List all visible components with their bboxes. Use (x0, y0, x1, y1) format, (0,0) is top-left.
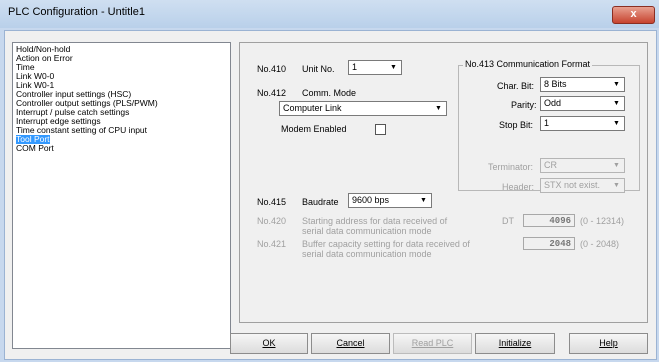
header-label: Header: (502, 182, 535, 192)
list-item[interactable]: COM Port (16, 144, 54, 153)
baudrate-value: 9600 bps (352, 195, 390, 205)
header-select: STX not exist. ▼ (540, 178, 625, 193)
start-addr-code: No.420 (257, 216, 287, 226)
chevron-down-icon: ▼ (613, 120, 620, 127)
modem-enabled-checkbox[interactable] (375, 124, 386, 135)
window-title: PLC Configuration - Untitle1 (8, 6, 145, 18)
initialize-button-label: Initialize (498, 338, 532, 348)
terminator-select: CR ▼ (540, 158, 625, 173)
read-plc-button: Read PLC (393, 333, 472, 354)
terminator-label: Terminator: (488, 162, 534, 172)
ok-button-label: OK (262, 338, 276, 348)
settings-category-list[interactable]: Hold/Non-hold Action on Error Time Link … (12, 42, 231, 349)
buffer-cap-field: 2048 (523, 237, 575, 250)
help-button[interactable]: Help (569, 333, 648, 354)
unit-no-label: Unit No. (302, 64, 335, 74)
chevron-down-icon: ▼ (613, 182, 620, 189)
header-value: STX not exist. (544, 180, 601, 190)
help-button-label: Help (599, 338, 618, 348)
baudrate-select[interactable]: 9600 bps ▼ (348, 193, 432, 208)
unit-no-select[interactable]: 1 ▼ (348, 60, 402, 75)
unit-no-value: 1 (352, 62, 358, 72)
parity-value: Odd (544, 98, 562, 108)
terminator-value: CR (544, 160, 557, 170)
baudrate-label: Baudrate (302, 197, 339, 207)
buffer-cap-line1: Buffer capacity setting for data receive… (302, 239, 470, 249)
parity-label: Parity: (511, 100, 537, 110)
unit-no-code: No.410 (257, 64, 287, 74)
cancel-button[interactable]: Cancel (311, 333, 390, 354)
buffer-cap-code: No.421 (257, 239, 287, 249)
chevron-down-icon: ▼ (613, 162, 620, 169)
comm-mode-select[interactable]: Computer Link ▼ (279, 101, 447, 116)
stop-bit-select[interactable]: 1 ▼ (540, 116, 625, 131)
initialize-button[interactable]: Initialize (475, 333, 555, 354)
start-addr-line1: Starting address for data received of (302, 216, 448, 226)
read-plc-button-label: Read PLC (411, 338, 454, 348)
chevron-down-icon: ▼ (420, 197, 427, 204)
char-bit-value: 8 Bits (544, 79, 567, 89)
baudrate-code: No.415 (257, 197, 287, 207)
start-addr-range: (0 - 12314) (580, 216, 625, 226)
buffer-cap-range: (0 - 2048) (580, 239, 620, 249)
stop-bit-value: 1 (544, 118, 550, 128)
comm-mode-label: Comm. Mode (302, 88, 357, 98)
chevron-down-icon: ▼ (613, 100, 620, 107)
start-addr-field: 4096 (523, 214, 575, 227)
comm-format-title: No.413 Communication Format (463, 59, 593, 69)
ok-button[interactable]: OK (230, 333, 308, 354)
char-bit-label: Char. Bit: (497, 81, 535, 91)
stop-bit-label: Stop Bit: (499, 120, 534, 130)
close-button[interactable]: x (612, 6, 655, 24)
settings-panel: No.410 Unit No. 1 ▼ No.412 Comm. Mode Co… (239, 42, 648, 323)
buffer-cap-line2: serial data communication mode (302, 249, 432, 259)
cancel-button-label: Cancel (336, 338, 365, 348)
parity-select[interactable]: Odd ▼ (540, 96, 625, 111)
char-bit-select[interactable]: 8 Bits ▼ (540, 77, 625, 92)
comm-mode-value: Computer Link (283, 103, 342, 113)
chevron-down-icon: ▼ (435, 105, 442, 112)
start-addr-line2: serial data communication mode (302, 226, 432, 236)
modem-enabled-label: Modem Enabled (281, 124, 347, 134)
start-addr-prefix: DT (502, 216, 514, 226)
chevron-down-icon: ▼ (613, 81, 620, 88)
comm-mode-code: No.412 (257, 88, 287, 98)
chevron-down-icon: ▼ (390, 64, 397, 71)
